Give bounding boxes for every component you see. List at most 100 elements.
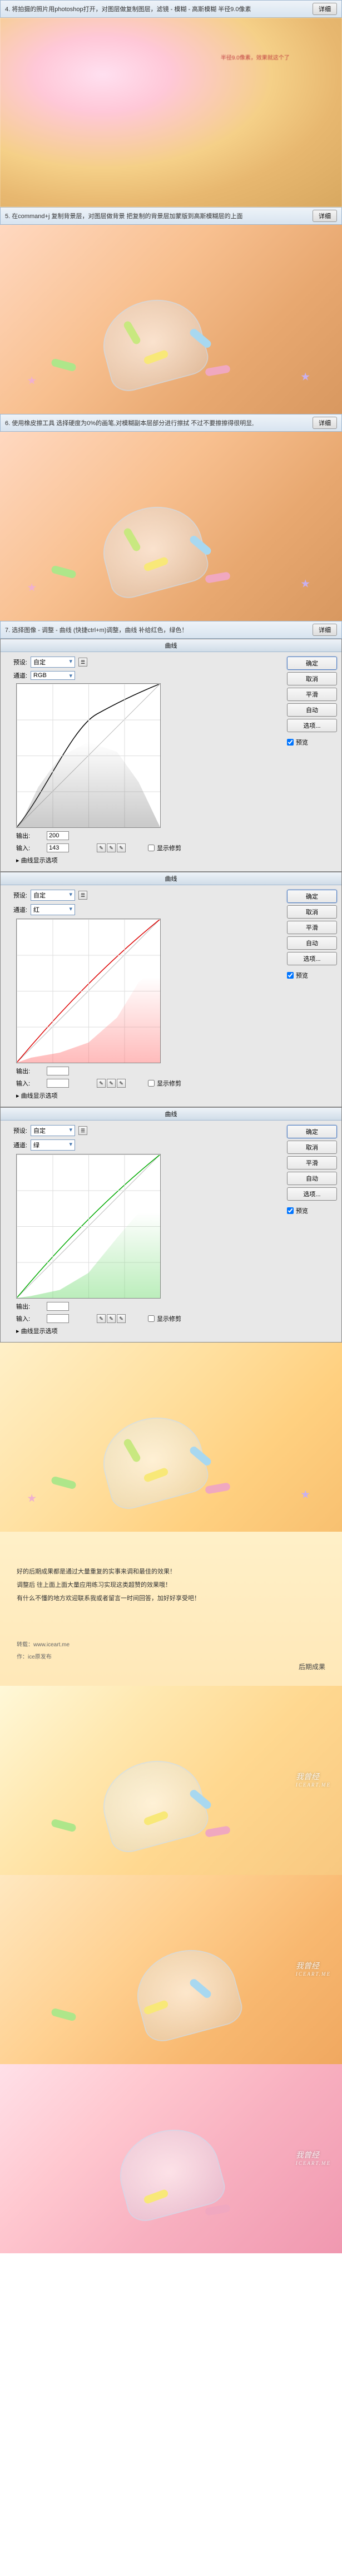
star-shape bbox=[301, 579, 310, 588]
photo-final-3: 我曾经ICEART.ME bbox=[0, 2064, 342, 2253]
input-field-red[interactable] bbox=[47, 1079, 69, 1088]
show-clipping-label: 显示修剪 bbox=[157, 843, 181, 852]
eyedropper-gray-icon[interactable]: ✎ bbox=[107, 1314, 116, 1323]
ok-button[interactable]: 确定 bbox=[287, 890, 337, 903]
channel-label: 通道: bbox=[5, 1141, 27, 1149]
preview-checkbox[interactable] bbox=[287, 1207, 294, 1214]
eyedropper-black-icon[interactable]: ✎ bbox=[97, 1314, 106, 1323]
preset-label: 预设: bbox=[5, 1126, 27, 1135]
star-shape bbox=[27, 1494, 36, 1503]
watermark: 我曾经ICEART.ME bbox=[296, 2149, 331, 2166]
cancel-button[interactable]: 取消 bbox=[287, 905, 337, 919]
ok-button[interactable]: 确定 bbox=[287, 657, 337, 670]
curves-dialog-red: 曲线 预设: 自定 ☰ 通道: 红 输出: bbox=[0, 872, 342, 1107]
eyedropper-white-icon[interactable]: ✎ bbox=[117, 843, 126, 852]
cancel-button[interactable]: 取消 bbox=[287, 672, 337, 685]
star-shape bbox=[301, 1490, 310, 1499]
jar-shape bbox=[93, 496, 212, 602]
options-button[interactable]: 选项... bbox=[287, 719, 337, 732]
input-field-rgb[interactable] bbox=[47, 843, 69, 852]
auto-button[interactable]: 自动 bbox=[287, 1172, 337, 1185]
curves-dialog-green: 曲线 预设: 自定 ☰ 通道: 绿 输出: bbox=[0, 1107, 342, 1343]
smooth-button[interactable]: 平滑 bbox=[287, 921, 337, 934]
step-7-text: 7. 选择图像 - 调整 - 曲线 (快捷ctrl+m)调整，曲线 补给红色，绿… bbox=[5, 625, 313, 634]
scroll-shape bbox=[51, 358, 77, 372]
auto-button[interactable]: 自动 bbox=[287, 936, 337, 950]
cancel-button[interactable]: 取消 bbox=[287, 1141, 337, 1154]
photo-step5 bbox=[0, 225, 342, 414]
step-7-bar: 7. 选择图像 - 调整 - 曲线 (快捷ctrl+m)调整，曲线 补给红色，绿… bbox=[0, 621, 342, 639]
jar-shape bbox=[93, 1750, 212, 1856]
star-shape bbox=[301, 372, 310, 381]
options-button[interactable]: 选项... bbox=[287, 1187, 337, 1201]
output-field-green[interactable] bbox=[47, 1302, 69, 1311]
preset-menu-icon[interactable]: ☰ bbox=[78, 658, 87, 667]
preset-menu-icon[interactable]: ☰ bbox=[78, 891, 87, 900]
scroll-shape bbox=[51, 1819, 77, 1833]
blur-annotation: 半径9.0像素，效果就这个了 bbox=[220, 52, 291, 62]
photo-step6 bbox=[0, 432, 342, 621]
eyedropper-white-icon[interactable]: ✎ bbox=[117, 1314, 126, 1323]
show-clipping-label: 显示修剪 bbox=[157, 1314, 181, 1323]
preset-menu-icon[interactable]: ☰ bbox=[78, 1126, 87, 1135]
output-field-red[interactable] bbox=[47, 1067, 69, 1075]
conclusion-text-block: 好的后期成果都是通过大量重复的实事来调和最佳的效果！ 调整后 往上面上面大量应用… bbox=[0, 1532, 342, 1686]
step-4-detail-button[interactable]: 详细 bbox=[313, 3, 337, 15]
curve-options-toggle[interactable]: ▸ 曲线显示选项 bbox=[16, 856, 58, 865]
scroll-shape bbox=[51, 1475, 77, 1489]
photo-final-2: 我曾经ICEART.ME bbox=[0, 1875, 342, 2064]
show-clipping-label: 显示修剪 bbox=[157, 1079, 181, 1088]
dialog-title: 曲线 bbox=[1, 639, 341, 652]
step-7-detail-button[interactable]: 详细 bbox=[313, 624, 337, 636]
smooth-button[interactable]: 平滑 bbox=[287, 1156, 337, 1169]
show-clipping-checkbox[interactable] bbox=[148, 1315, 155, 1322]
step-6-detail-button[interactable]: 详细 bbox=[313, 417, 337, 429]
options-button[interactable]: 选项... bbox=[287, 952, 337, 965]
preset-select[interactable]: 自定 bbox=[31, 1125, 75, 1136]
preview-label: 预览 bbox=[296, 971, 308, 980]
auto-button[interactable]: 自动 bbox=[287, 703, 337, 717]
step-6-bar: 6. 使用橡皮擦工具 选择硬度为0%的画笔,对模糊副本层部分进行擦拭 不过不要擦… bbox=[0, 414, 342, 432]
show-clipping-checkbox[interactable] bbox=[148, 1080, 155, 1087]
output-field-rgb[interactable] bbox=[47, 831, 69, 840]
eyedropper-black-icon[interactable]: ✎ bbox=[97, 1079, 106, 1088]
preset-select[interactable]: 自定 bbox=[31, 657, 75, 668]
curve-options-toggle[interactable]: ▸ 曲线显示选项 bbox=[16, 1091, 58, 1100]
credit-author: 作：ice原发布 bbox=[17, 1651, 325, 1664]
channel-select-rgb[interactable]: RGB bbox=[31, 671, 75, 680]
channel-select-green[interactable]: 绿 bbox=[31, 1139, 75, 1151]
input-label: 输入: bbox=[16, 1079, 30, 1088]
eyedropper-gray-icon[interactable]: ✎ bbox=[107, 1079, 116, 1088]
curve-options-toggle[interactable]: ▸ 曲线显示选项 bbox=[16, 1326, 58, 1335]
preview-checkbox[interactable] bbox=[287, 739, 294, 746]
input-field-green[interactable] bbox=[47, 1314, 69, 1323]
show-clipping-checkbox[interactable] bbox=[148, 845, 155, 851]
jar-shape bbox=[128, 1939, 246, 2045]
conclusion-line2: 调整后 往上面上面大量应用练习实现这类超赞的效果哦！ bbox=[17, 1578, 325, 1592]
step-4-bar: 4. 将拍摄的照片用photoshop打开，对图层做复制图层，滤镜 - 模糊 -… bbox=[0, 0, 342, 18]
preview-label: 预览 bbox=[296, 1206, 308, 1215]
smooth-button[interactable]: 平滑 bbox=[287, 688, 337, 701]
ok-button[interactable]: 确定 bbox=[287, 1125, 337, 1138]
step-5-detail-button[interactable]: 详细 bbox=[313, 210, 337, 222]
channel-select-red[interactable]: 红 bbox=[31, 904, 75, 915]
eyedropper-gray-icon[interactable]: ✎ bbox=[107, 843, 116, 852]
eyedropper-black-icon[interactable]: ✎ bbox=[97, 843, 106, 852]
preview-label: 预览 bbox=[296, 738, 308, 747]
scroll-shape bbox=[51, 565, 77, 579]
dialog-title: 曲线 bbox=[1, 1108, 341, 1121]
step-5-text: 5. 在command+j 复制背景层，对图层做背景 把复制的背景层加蒙版到高斯… bbox=[5, 211, 313, 220]
preset-select[interactable]: 自定 bbox=[31, 890, 75, 901]
credit-source: 转载：www.iceart.me bbox=[17, 1639, 325, 1651]
curve-graph-red[interactable] bbox=[16, 919, 161, 1063]
curve-graph-green[interactable] bbox=[16, 1154, 161, 1299]
step-5-bar: 5. 在command+j 复制背景层，对图层做背景 把复制的背景层加蒙版到高斯… bbox=[0, 207, 342, 225]
preview-checkbox[interactable] bbox=[287, 972, 294, 979]
curve-graph-rgb[interactable] bbox=[16, 683, 161, 828]
preset-label: 预设: bbox=[5, 658, 27, 667]
scroll-shape bbox=[205, 1825, 231, 1838]
scroll-shape bbox=[205, 2204, 231, 2216]
output-label: 输出: bbox=[16, 831, 30, 840]
star-shape bbox=[27, 583, 36, 592]
eyedropper-white-icon[interactable]: ✎ bbox=[117, 1079, 126, 1088]
